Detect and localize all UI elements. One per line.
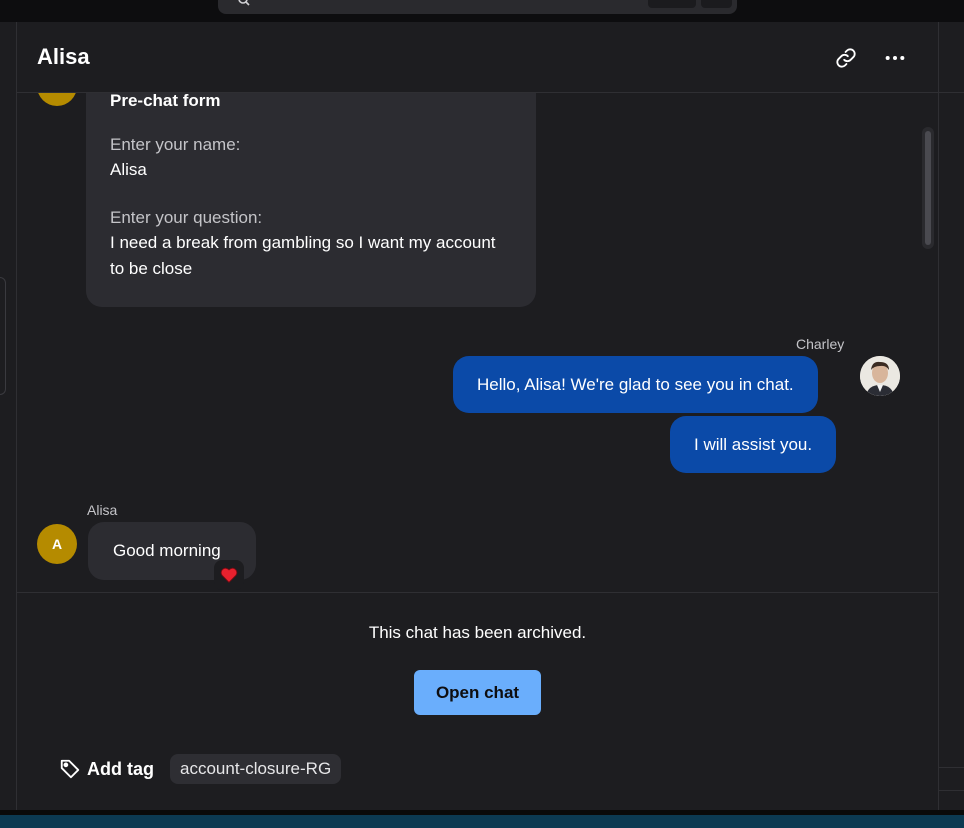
visitor-message-text: Good morning [113,541,221,560]
add-tag-button[interactable]: Add tag [59,758,154,780]
heart-icon [220,567,238,583]
scrollbar[interactable] [922,127,934,249]
question-label: Enter your question: [110,208,263,227]
visitor-avatar: A [37,524,77,564]
name-label: Enter your name: [110,135,241,154]
divider [939,767,964,768]
agent-message: I will assist you. [670,416,837,473]
more-horizontal-icon [885,55,905,61]
shortcut-key-hint [701,0,732,8]
name-value: Alisa [110,160,147,179]
divider [939,92,964,93]
global-search-bar[interactable] [218,0,737,14]
right-panel-edge [938,22,964,810]
message-list[interactable]: Pre-chat form Enter your name: Alisa Ent… [17,93,938,593]
form-title: Pre-chat form [110,93,221,110]
divider [939,790,964,791]
shortcut-key-hint [648,0,696,8]
chat-panel: Alisa Pre-chat form Enter your name: Ali… [17,22,938,810]
copy-link-button[interactable] [832,44,860,72]
scrollbar-thumb[interactable] [925,131,931,245]
link-icon [836,48,856,68]
pre-chat-form-card: Pre-chat form Enter your name: Alisa Ent… [86,93,536,307]
left-panel-tab[interactable] [0,277,6,395]
search-icon [238,0,250,6]
archived-footer: This chat has been archived. Open chat A… [17,592,938,810]
tag-icon [60,759,80,779]
agent-avatar [860,356,900,396]
agent-message: Hello, Alisa! We're glad to see you in c… [453,356,818,413]
left-panel-edge [0,22,17,810]
visitor-name: Alisa [87,502,118,518]
more-options-button[interactable] [881,44,909,72]
archived-notice: This chat has been archived. [368,623,587,642]
message-reaction[interactable] [214,560,244,590]
top-bar [0,0,964,22]
add-tag-label: Add tag [87,758,154,779]
agent-name: Charley [796,336,845,352]
tag-chip[interactable]: account-closure-RG [170,754,342,784]
question-value: I need a break from gambling so I want m… [110,233,496,278]
tag-bar: Add tag account-closure-RG [59,754,342,784]
chat-title: Alisa [37,44,90,69]
open-chat-button[interactable]: Open chat [414,670,541,715]
chat-header: Alisa [17,22,938,93]
visitor-avatar [37,93,77,106]
taskbar-edge [0,810,964,828]
